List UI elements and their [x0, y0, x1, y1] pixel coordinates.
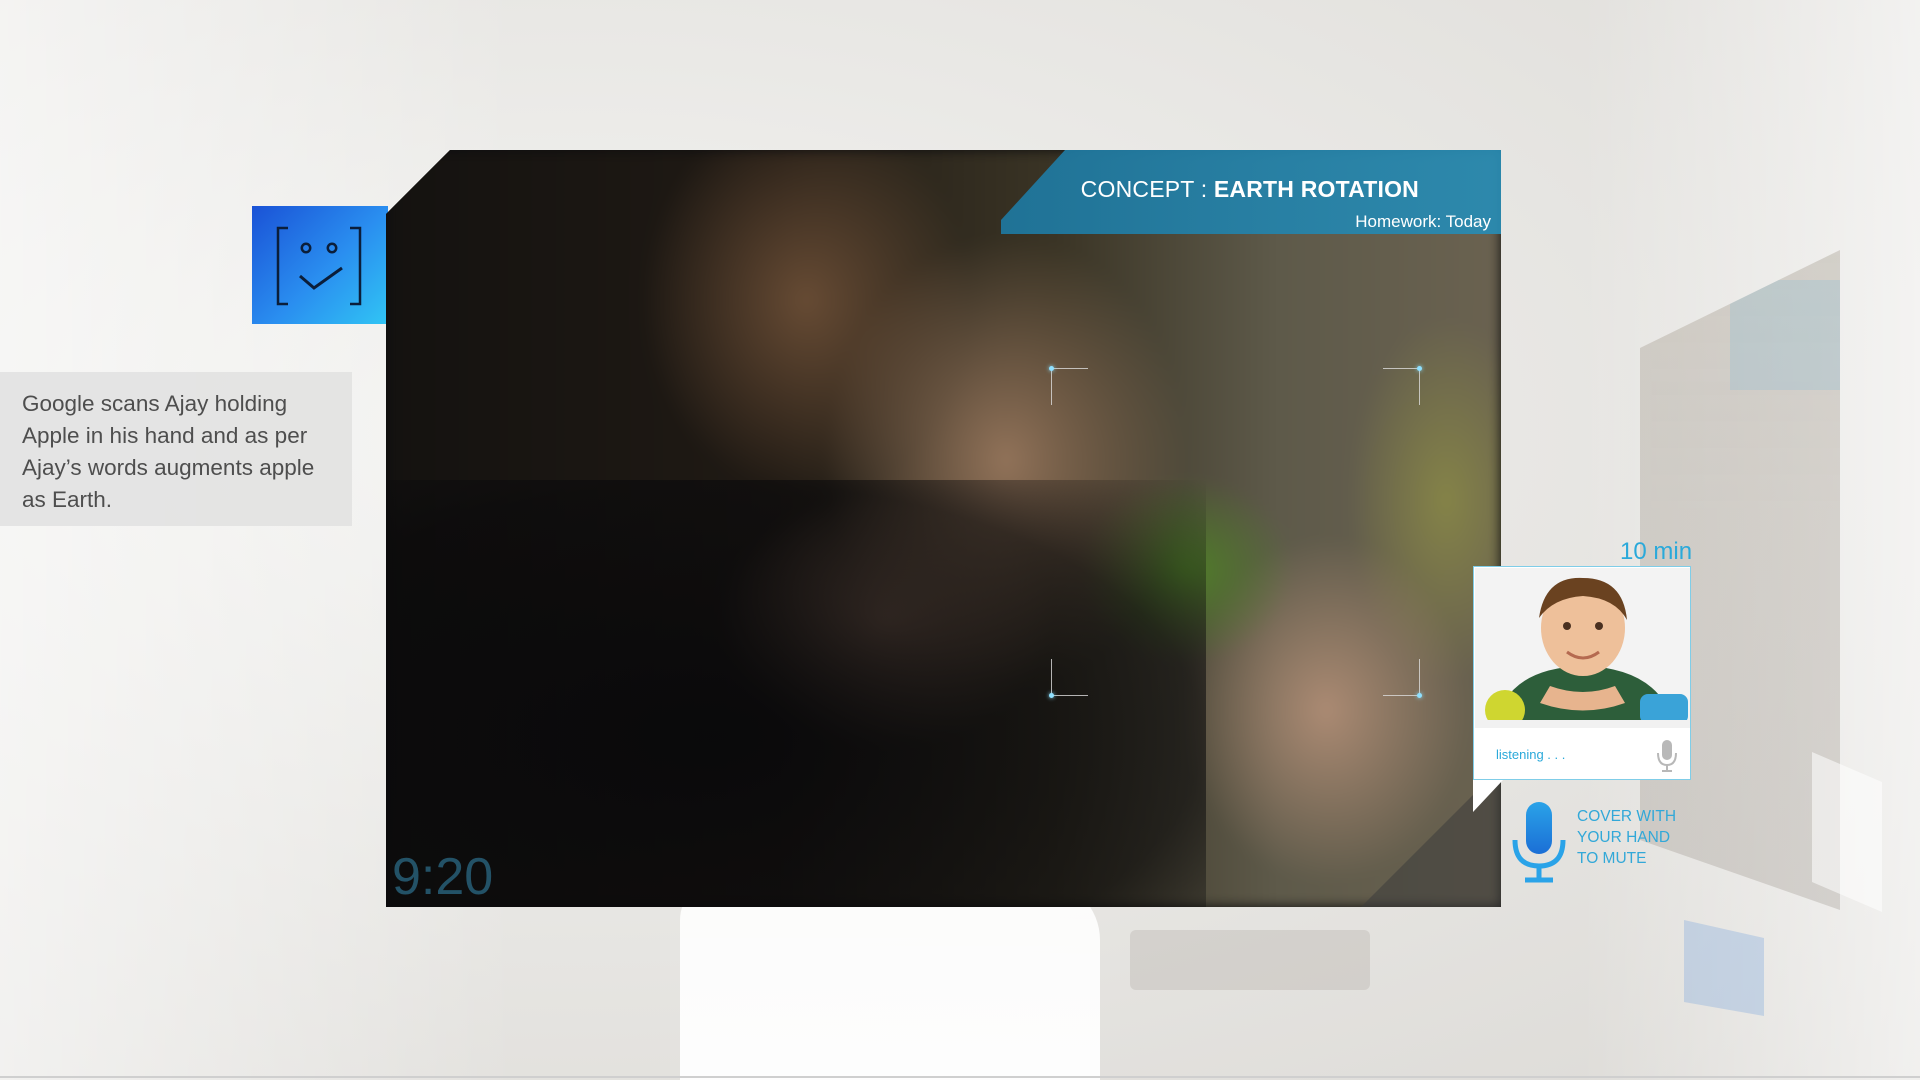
caption-box: Google scans Ajay holding Apple in his h…: [0, 372, 352, 526]
listening-status: listening . . .: [1496, 747, 1566, 762]
homework-label: Homework: Today: [1355, 212, 1491, 231]
scan-bracket-bottom-right: [1383, 659, 1422, 698]
background-table: [1130, 930, 1370, 990]
caller-photo: [1475, 568, 1690, 728]
video-time: 9:20: [392, 848, 494, 906]
video-feed[interactable]: CONCEPT : EARTH ROTATION Homework: Today…: [386, 150, 1501, 907]
concept-value: EARTH ROTATION: [1213, 176, 1419, 202]
scan-bracket-top-left: [1049, 366, 1088, 405]
ghost-banner: [1730, 280, 1840, 390]
assistant-badge[interactable]: [252, 206, 408, 324]
mute-hint-line1: COVER WITH: [1577, 808, 1677, 825]
boy-avatar: [1475, 568, 1690, 728]
scan-bracket-bottom-left: [1049, 659, 1088, 698]
concept-banner: CONCEPT : EARTH ROTATION Homework: Today: [1001, 150, 1501, 234]
time-remaining: 10 min: [1620, 538, 1693, 565]
caption-text: Google scans Ajay holding Apple in his h…: [22, 391, 315, 512]
mute-hint: COVER WITH YOUR HAND TO MUTE: [1577, 806, 1687, 869]
mute-hint-line2: YOUR HAND: [1577, 829, 1671, 846]
microphone-icon[interactable]: [1512, 800, 1566, 884]
call-card[interactable]: listening . . .: [1473, 566, 1691, 780]
mute-hint-line3: TO MUTE: [1577, 850, 1647, 867]
background-floor: [680, 880, 1100, 1080]
concept-title: CONCEPT : EARTH ROTATION: [1081, 176, 1419, 203]
scan-bracket-top-right: [1383, 366, 1422, 405]
call-card-tail: [1473, 780, 1503, 812]
concept-label: CONCEPT :: [1080, 176, 1214, 202]
microphone-icon[interactable]: [1656, 739, 1678, 773]
smiley-check-icon: [276, 226, 362, 306]
